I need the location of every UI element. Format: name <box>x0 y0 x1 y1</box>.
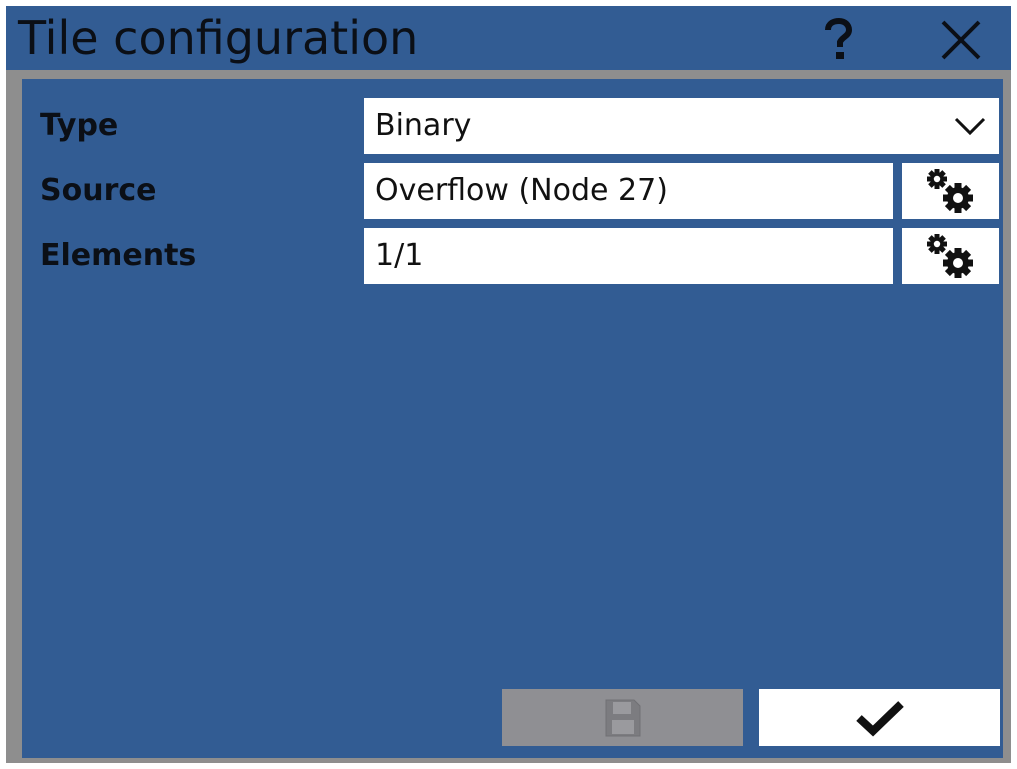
dialog-content: Type Binary Source Overflow (Node 27) El… <box>22 79 1003 758</box>
tile-configuration-dialog: Tile configuration Type Binary Source Ov… <box>6 6 1011 763</box>
source-value: Overflow (Node 27) <box>375 173 668 208</box>
close-button[interactable] <box>933 12 989 68</box>
source-settings-button[interactable] <box>902 163 999 219</box>
question-mark-icon <box>825 18 853 59</box>
dialog-title: Tile configuration <box>18 11 419 65</box>
gears-icon <box>926 234 973 278</box>
source-field[interactable]: Overflow (Node 27) <box>364 163 893 219</box>
close-x-icon <box>941 20 981 60</box>
save-button[interactable] <box>502 689 743 746</box>
floppy-disk-icon <box>605 699 640 736</box>
type-dropdown[interactable]: Binary <box>364 98 999 154</box>
chevron-down-icon <box>954 117 986 136</box>
help-button[interactable] <box>810 12 866 68</box>
confirm-button[interactable] <box>759 689 1000 746</box>
gears-icon <box>926 169 973 213</box>
type-label: Type <box>40 108 119 143</box>
type-value: Binary <box>375 108 472 143</box>
checkmark-icon <box>855 700 904 737</box>
title-bar: Tile configuration <box>6 6 1011 70</box>
elements-field[interactable]: 1/1 <box>364 228 893 284</box>
elements-value: 1/1 <box>375 238 424 273</box>
source-label: Source <box>40 173 157 208</box>
elements-settings-button[interactable] <box>902 228 999 284</box>
elements-label: Elements <box>40 238 197 273</box>
